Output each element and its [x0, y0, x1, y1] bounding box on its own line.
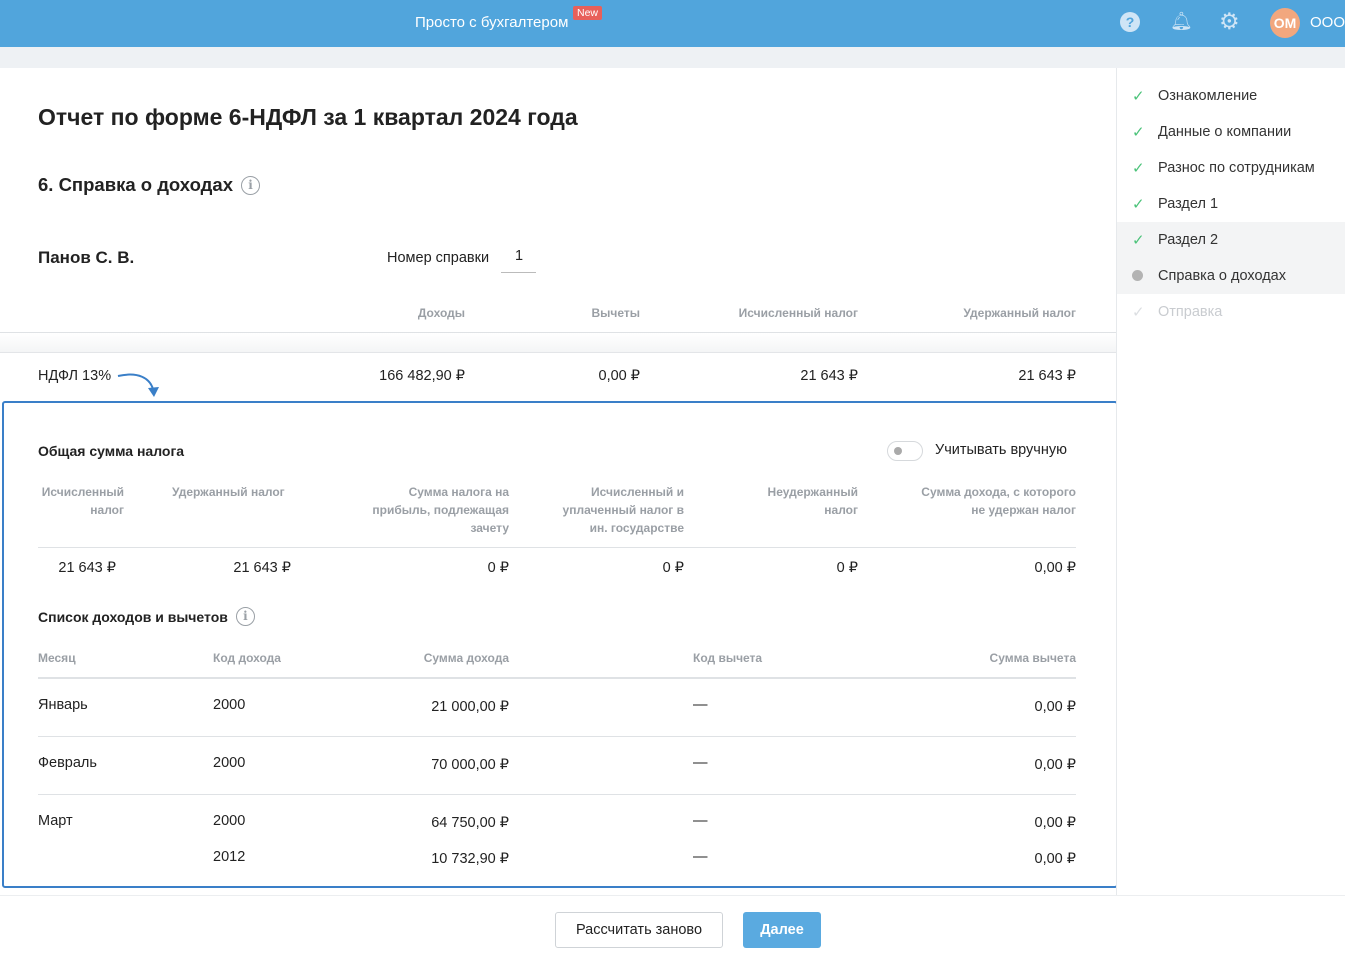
- tax-header: Исчисленный и уплаченный налог в ин. гос…: [562, 485, 684, 535]
- page-title: Отчет по форме 6-НДФЛ за 1 квартал 2024 …: [38, 104, 578, 130]
- step-label: Разнос по сотрудникам: [1158, 160, 1315, 176]
- income-header-code: Код дохода: [213, 651, 281, 665]
- income-header-ded-code: Код вычета: [693, 651, 763, 665]
- tax-value: 0 ₽: [487, 560, 509, 576]
- calculated-total: 21 643 ₽: [800, 368, 858, 384]
- step-item: ✓ Отправка: [1117, 294, 1345, 330]
- row-divider: [38, 736, 1076, 737]
- employee-name: Панов С. В.: [38, 248, 135, 267]
- step-label: Раздел 2: [1158, 232, 1219, 248]
- arrow-icon: [117, 373, 159, 397]
- withheld-total: 21 643 ₽: [1018, 368, 1076, 384]
- col-header-withheld: Удержанный налог: [963, 306, 1076, 320]
- row-divider: [38, 794, 1076, 795]
- tax-value: 0,00 ₽: [1034, 560, 1076, 576]
- help-icon[interactable]: ?: [1120, 12, 1140, 32]
- avatar[interactable]: ОМ: [1270, 8, 1300, 38]
- deductions-total: 0,00 ₽: [598, 368, 640, 384]
- col-header-deductions: Вычеты: [591, 306, 640, 320]
- income-header-amount: Сумма дохода: [423, 651, 509, 665]
- income-cell-amount: 70 000,00 ₽: [431, 757, 509, 773]
- step-item[interactable]: ✓ Разнос по сотрудникам: [1117, 150, 1345, 186]
- income-cell-ded-amount: 0,00 ₽: [1034, 757, 1076, 773]
- step-item[interactable]: Справка о доходах: [1117, 258, 1345, 294]
- manual-toggle[interactable]: [887, 441, 923, 461]
- income-header-ded-amount: Сумма вычета: [989, 651, 1076, 665]
- check-icon: ✓: [1132, 196, 1145, 213]
- divider-strip: [0, 47, 1345, 68]
- next-button[interactable]: Далее: [743, 912, 821, 948]
- cert-number-input[interactable]: 1: [501, 244, 536, 273]
- gear-icon[interactable]: ⚙︎: [1219, 8, 1240, 35]
- manual-toggle-label: Учитывать вручную: [935, 442, 1067, 458]
- tax-header: Сумма налога на прибыль, подлежащая заче…: [372, 485, 509, 535]
- check-icon: ✓: [1132, 304, 1145, 321]
- tax-title: Общая сумма налога: [38, 443, 185, 459]
- income-cell-month: Январь: [38, 697, 88, 713]
- step-label: Данные о компании: [1158, 124, 1292, 140]
- income-list-title: Список доходов и вычетов: [38, 608, 228, 625]
- tax-header: Сумма дохода, с которого не удержан нало…: [921, 485, 1076, 517]
- tax-header: Удержанный налог: [172, 485, 285, 499]
- tax-value: 21 643 ₽: [58, 560, 116, 576]
- income-cell-ded-amount: 0,00 ₽: [1034, 851, 1076, 867]
- tax-value: 21 643 ₽: [233, 560, 291, 576]
- step-label: Ознакомление: [1158, 88, 1258, 104]
- income-cell-ded-amount: 0,00 ₽: [1034, 815, 1076, 831]
- check-icon: ✓: [1132, 232, 1145, 249]
- income-cell-month: Март: [38, 813, 73, 829]
- recalculate-button[interactable]: Рассчитать заново: [555, 912, 723, 948]
- income-cell-ded-code: —: [693, 849, 708, 865]
- step-item[interactable]: ✓ Ознакомление: [1117, 78, 1345, 114]
- income-header-month: Месяц: [38, 651, 76, 665]
- step-label: Отправка: [1158, 304, 1223, 320]
- step-item[interactable]: ✓ Данные о компании: [1117, 114, 1345, 150]
- top-bar: Просто с бухгалтером New ? 🔔︎ ⚙︎ ОМ ООО: [0, 0, 1345, 47]
- col-header-calculated: Исчисленный налог: [738, 306, 858, 320]
- income-cell-month: Февраль: [38, 755, 97, 771]
- check-icon: ✓: [1132, 124, 1145, 141]
- ndfl-rate-label[interactable]: НДФЛ 13%: [38, 368, 111, 384]
- income-total: 166 482,90 ₽: [379, 368, 465, 384]
- steps-sidebar: ✓ Ознакомление ✓ Данные о компании ✓ Разнос п…: [1116, 68, 1345, 895]
- income-cell-amount: 21 000,00 ₽: [431, 699, 509, 715]
- check-icon: ✓: [1132, 160, 1145, 177]
- section-title: 6. Справка о доходах: [38, 174, 233, 195]
- info-icon[interactable]: i: [240, 175, 260, 195]
- income-cell-ded-code: —: [693, 813, 708, 829]
- tax-header: Исчисленный налог: [41, 485, 124, 517]
- income-cell-ded-amount: 0,00 ₽: [1034, 699, 1076, 715]
- info-icon[interactable]: i: [235, 607, 255, 626]
- step-label: Справка о доходах: [1158, 268, 1286, 284]
- income-cell-code: 2000: [213, 813, 246, 829]
- new-badge: New: [573, 6, 603, 20]
- income-cell-amount: 10 732,90 ₽: [431, 851, 509, 867]
- income-cell-code: 2000: [213, 697, 246, 713]
- cert-label: Номер справки: [387, 250, 490, 266]
- income-cell-ded-code: —: [693, 697, 708, 713]
- bell-icon[interactable]: 🔔︎: [1170, 11, 1193, 32]
- col-header-income: Доходы: [417, 306, 465, 320]
- income-cell-ded-code: —: [693, 755, 708, 771]
- current-dot-icon: [1132, 268, 1158, 285]
- step-label: Раздел 1: [1158, 196, 1219, 212]
- tax-header: Неудержанный налог: [767, 485, 858, 517]
- company-name[interactable]: ООО: [1310, 14, 1345, 31]
- step-item[interactable]: ✓ Раздел 1: [1117, 186, 1345, 222]
- tax-value: 0 ₽: [836, 560, 858, 576]
- tax-value: 0 ₽: [662, 560, 684, 576]
- step-item[interactable]: ✓ Раздел 2: [1117, 222, 1345, 258]
- check-icon: ✓: [1132, 88, 1145, 105]
- app-title[interactable]: Просто с бухгалтером: [415, 14, 568, 31]
- income-cell-amount: 64 750,00 ₽: [431, 815, 509, 831]
- income-cell-code: 2012: [213, 849, 246, 865]
- income-cell-code: 2000: [213, 755, 246, 771]
